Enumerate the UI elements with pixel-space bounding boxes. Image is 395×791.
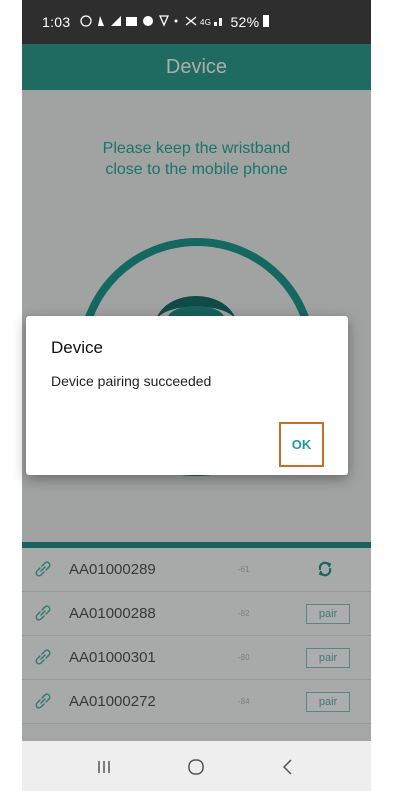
status-time: 1:03 (42, 14, 71, 30)
recent-apps-icon[interactable] (94, 757, 114, 777)
ok-button-label: OK (291, 437, 312, 452)
system-nav-bar (22, 741, 371, 791)
home-icon[interactable] (186, 757, 206, 777)
back-icon[interactable] (278, 757, 298, 777)
dialog-message: Device pairing succeeded (51, 373, 212, 389)
pairing-dialog: Device Device pairing succeeded OK (26, 316, 348, 475)
status-icons: 4G (78, 13, 228, 32)
status-bar: 1:03 4G 52% (22, 0, 371, 44)
ok-button[interactable]: OK (279, 422, 324, 467)
dialog-title: Device (51, 338, 103, 357)
svg-text:4G: 4G (200, 18, 211, 27)
battery-icon (261, 14, 271, 31)
battery-text: 52% (230, 14, 260, 30)
